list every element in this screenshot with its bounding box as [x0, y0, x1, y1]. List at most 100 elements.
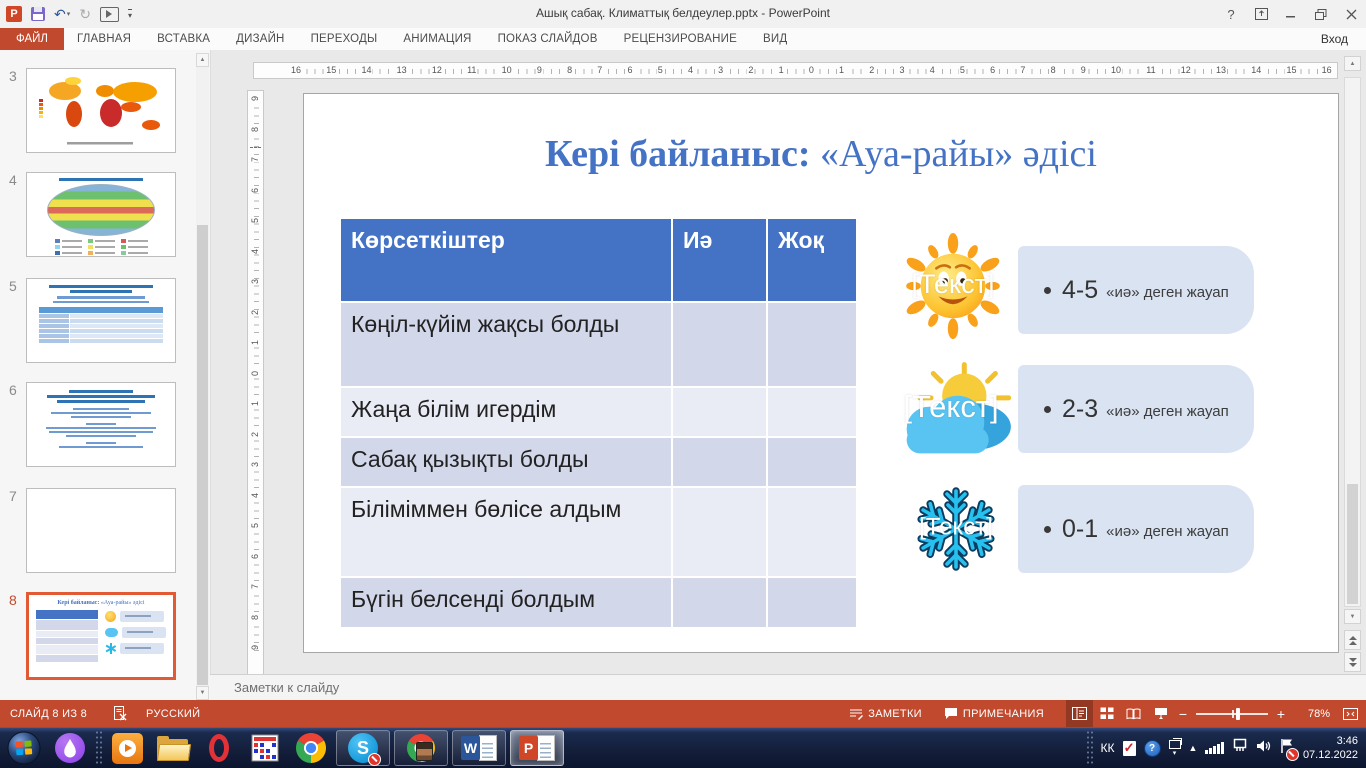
table-row-1-label[interactable]: Жаңа білім игердім — [341, 388, 671, 436]
sun-behind-cloud-icon[interactable]: [Текст] — [883, 358, 1019, 460]
restore-button[interactable] — [1306, 0, 1336, 28]
tray-window-icon[interactable]: ▾ — [1168, 737, 1182, 757]
powerpoint-window-button[interactable]: P — [510, 730, 564, 766]
thumbnail-slide-6[interactable]: 6 — [9, 382, 176, 467]
skype-window-button[interactable]: S — [336, 730, 390, 766]
normal-view-button[interactable] — [1066, 700, 1093, 727]
snowflake-icon[interactable]: [Текст] — [896, 479, 1016, 579]
tab-transitions[interactable]: ПЕРЕХОДЫ — [298, 28, 391, 50]
comments-toggle-button[interactable]: ПРИМЕЧАНИЯ — [944, 707, 1044, 720]
feedback-table[interactable]: Көрсеткіштер Иә Жоқ Көңіл-күйім жақсы бо… — [341, 219, 856, 627]
word-window-button[interactable]: W — [452, 730, 506, 766]
minimize-button[interactable] — [1276, 0, 1306, 28]
assistant-app-button[interactable] — [49, 729, 91, 767]
chrome-button[interactable] — [290, 729, 332, 767]
thumbnail-slide-4[interactable]: 4 — [9, 172, 176, 257]
thumbnail-slide-7[interactable]: 7 — [9, 488, 176, 573]
close-button[interactable] — [1336, 0, 1366, 28]
tray-tasks-icon[interactable]: ✓ — [1122, 740, 1136, 756]
notes-toggle-button[interactable]: ЗАМЕТКИ — [849, 707, 922, 720]
thumbnail-slide-3[interactable]: 3 — [9, 68, 176, 153]
table-row-2-no[interactable] — [768, 438, 856, 486]
redo-button[interactable]: ↻ — [79, 4, 91, 24]
sun-icon[interactable]: [Текст] — [887, 232, 1019, 340]
notes-pane[interactable]: Заметки к слайду — [210, 674, 1366, 700]
table-row-3-label[interactable]: Біліміммен бөлісе алдым — [341, 488, 671, 576]
table-row-1-yes[interactable] — [673, 388, 766, 436]
legend-box-4-5[interactable]: 4-5 «иә» деген жауап — [1018, 246, 1254, 334]
tab-home[interactable]: ГЛАВНАЯ — [64, 28, 144, 50]
tab-insert[interactable]: ВСТАВКА — [144, 28, 223, 50]
legend-box-2-3[interactable]: 2-3 «иә» деген жауап — [1018, 365, 1254, 453]
tab-file[interactable]: ФАЙЛ — [0, 28, 64, 50]
table-row-1-no[interactable] — [768, 388, 856, 436]
slide-canvas[interactable]: Кері байланыс: «Ауа-райы» әдісі Көрсеткі… — [303, 93, 1339, 653]
table-row-0-yes[interactable] — [673, 303, 766, 386]
table-header-no[interactable]: Жоқ — [768, 219, 856, 301]
table-row-0-label[interactable]: Көңіл-күйім жақсы болды — [341, 303, 671, 386]
opera-button[interactable] — [198, 729, 240, 767]
legend-box-0-1[interactable]: 0-1 «иә» деген жауап — [1018, 485, 1254, 573]
slideshow-view-button[interactable] — [1147, 700, 1174, 727]
zoom-level[interactable]: 78% — [1294, 708, 1330, 720]
zoom-in-button[interactable]: + — [1272, 706, 1290, 722]
chrome-profile-window-button[interactable] — [394, 730, 448, 766]
tab-slideshow[interactable]: ПОКАЗ СЛАЙДОВ — [485, 28, 611, 50]
taskbar-clock[interactable]: 3:46 07.12.2022 — [1303, 734, 1358, 763]
thumbnail-scrollbar-thumb[interactable] — [197, 225, 208, 685]
tab-view[interactable]: ВИД — [750, 28, 800, 50]
undo-caret-icon[interactable]: ▾ — [67, 10, 71, 18]
tab-design[interactable]: ДИЗАЙН — [223, 28, 297, 50]
volume-icon[interactable] — [1256, 739, 1272, 758]
tray-help-icon[interactable]: ? — [1143, 739, 1161, 757]
thumbnail-scroll-down-button[interactable]: ▼ — [196, 686, 209, 700]
undo-button[interactable]: ↶ ▾ — [54, 4, 70, 24]
scrollbar-track[interactable] — [1344, 77, 1361, 607]
table-row-4-label[interactable]: Бүгін белсенді болдым — [341, 578, 671, 627]
fit-slide-to-window-button[interactable] — [1336, 700, 1364, 727]
table-row-2-yes[interactable] — [673, 438, 766, 486]
lan-connection-icon[interactable] — [1232, 738, 1248, 758]
zoom-out-button[interactable]: − — [1174, 706, 1192, 722]
spell-check-button[interactable] — [113, 706, 128, 721]
language-indicator[interactable]: КК — [1101, 741, 1115, 755]
customize-qat-button[interactable]: ▾ — [127, 4, 132, 24]
start-button[interactable] — [3, 729, 45, 767]
ribbon-display-options-button[interactable] — [1246, 0, 1276, 28]
table-row-2-label[interactable]: Сабақ қызықты болды — [341, 438, 671, 486]
zoom-slider-thumb[interactable] — [1235, 708, 1240, 720]
tab-review[interactable]: РЕЦЕНЗИРОВАНИЕ — [611, 28, 750, 50]
media-player-button[interactable] — [106, 729, 148, 767]
language-button[interactable]: РУССКИЙ — [146, 708, 200, 720]
scroll-down-button[interactable]: ▼ — [1344, 609, 1361, 624]
network-signal-icon[interactable] — [1205, 742, 1224, 754]
thumbnail-scrollbar[interactable]: ▲ ▼ — [196, 53, 209, 700]
next-slide-button[interactable] — [1344, 652, 1361, 672]
thumbnail-slide-8-selected[interactable]: 8 Кері байланыс: «Ауа-райы» әдісі — [9, 592, 176, 680]
save-button[interactable] — [31, 4, 45, 24]
table-row-3-no[interactable] — [768, 488, 856, 576]
help-button[interactable]: ? — [1216, 0, 1246, 28]
table-header-indicators[interactable]: Көрсеткіштер — [341, 219, 671, 301]
thumbnail-scroll-up-button[interactable]: ▲ — [196, 53, 209, 67]
thumbnail-slide-5[interactable]: 5 — [9, 278, 176, 363]
scroll-up-button[interactable]: ▲ — [1344, 56, 1361, 71]
start-slideshow-button[interactable] — [99, 4, 119, 24]
table-row-0-no[interactable] — [768, 303, 856, 386]
table-row-4-yes[interactable] — [673, 578, 766, 627]
slide-sorter-view-button[interactable] — [1093, 700, 1120, 727]
reading-view-button[interactable] — [1120, 700, 1147, 727]
slide-title[interactable]: Кері байланыс: «Ауа-райы» әдісі — [304, 132, 1338, 176]
sign-in-link[interactable]: Вход — [1321, 28, 1366, 50]
action-center-flag-icon[interactable] — [1280, 738, 1299, 761]
grid-planner-button[interactable] — [244, 729, 286, 767]
tab-animations[interactable]: АНИМАЦИЯ — [390, 28, 484, 50]
show-hidden-icons-button[interactable]: ▲ — [1189, 743, 1198, 753]
table-row-4-no[interactable] — [768, 578, 856, 627]
file-explorer-button[interactable] — [152, 729, 194, 767]
zoom-slider[interactable] — [1196, 700, 1268, 727]
previous-slide-button[interactable] — [1344, 630, 1361, 650]
table-row-3-yes[interactable] — [673, 488, 766, 576]
table-header-yes[interactable]: Иә — [673, 219, 766, 301]
scrollbar-thumb[interactable] — [1347, 484, 1358, 604]
